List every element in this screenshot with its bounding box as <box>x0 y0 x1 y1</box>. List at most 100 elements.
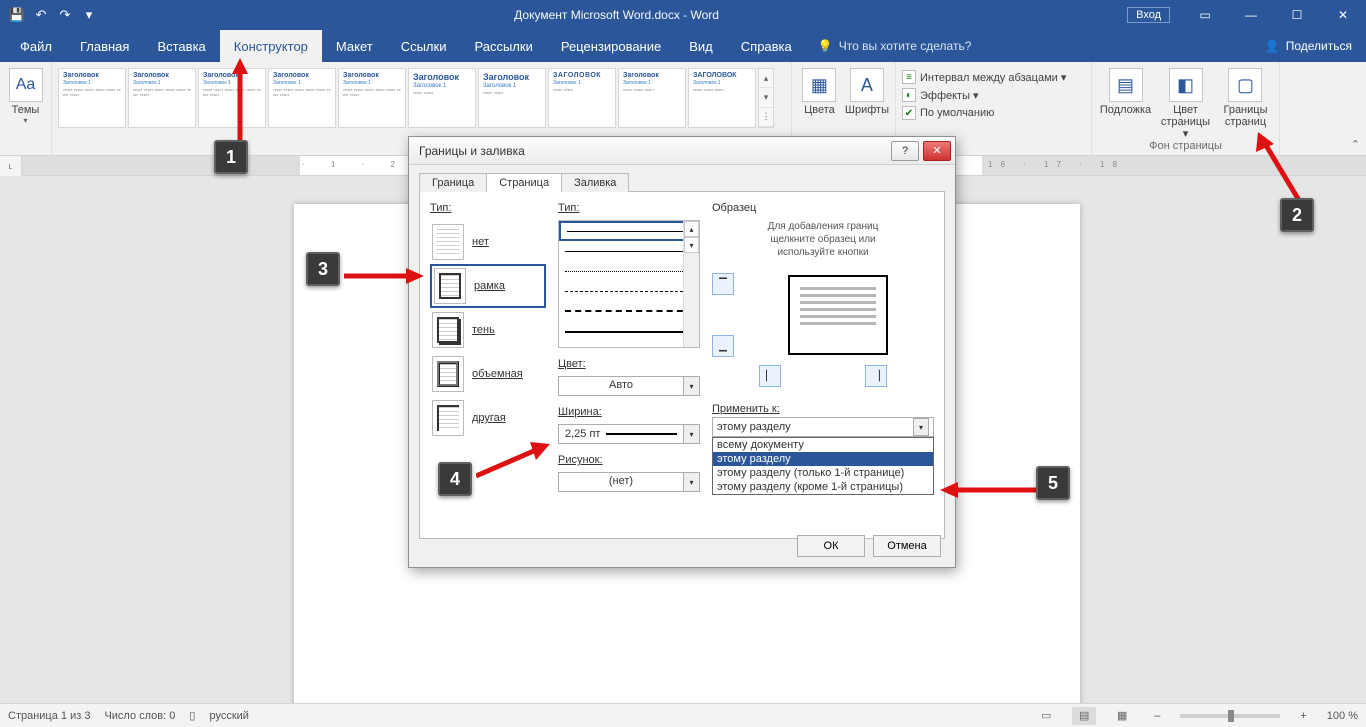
tab-home[interactable]: Главная <box>66 30 143 62</box>
document-title: Документ Microsoft Word.docx - Word <box>106 8 1127 22</box>
border-preview[interactable] <box>788 275 888 355</box>
colors-icon: ▦ <box>802 68 836 102</box>
tab-fill[interactable]: Заливка <box>561 173 629 192</box>
border-style-list[interactable]: ▴▾ <box>558 220 700 348</box>
tab-file[interactable]: Файл <box>6 30 66 62</box>
scroll-up-icon[interactable]: ▴ <box>684 221 699 237</box>
login-button[interactable]: Вход <box>1127 7 1170 23</box>
tab-layout[interactable]: Макет <box>322 30 387 62</box>
proofing-icon[interactable]: ▯ <box>189 709 195 722</box>
print-layout-icon[interactable]: ▤ <box>1072 707 1096 725</box>
close-icon[interactable]: ✕ <box>1320 0 1366 30</box>
type-shadow-label: тень <box>472 324 495 336</box>
style-thumb[interactable]: ЗаголовокЗаголовок 1текст текст <box>408 68 476 128</box>
tab-mailings[interactable]: Рассылки <box>460 30 546 62</box>
qat-customize-icon[interactable]: ▾ <box>80 6 98 24</box>
dialog-close-icon[interactable]: ✕ <box>923 141 951 161</box>
tab-view[interactable]: Вид <box>675 30 727 62</box>
style-thumb[interactable]: ЗАГОЛОВОКЗаголовок 1текст текст текст <box>688 68 756 128</box>
page-color-icon: ◧ <box>1169 68 1203 102</box>
help-icon[interactable]: ? <box>891 141 919 161</box>
border-bottom-button[interactable]: ▁ <box>712 335 734 357</box>
dialog-tabs: Граница Страница Заливка <box>419 173 945 192</box>
style-thumb[interactable]: ЗаголовокЗаголовок 1текст текст текст те… <box>338 68 406 128</box>
preview-label: Образец <box>712 202 934 214</box>
tab-review[interactable]: Рецензирование <box>547 30 675 62</box>
themes-button[interactable]: Aа Темы ▾ <box>6 64 45 125</box>
tab-border[interactable]: Граница <box>419 173 487 192</box>
collapse-ribbon-icon[interactable]: ⌃ <box>1351 138 1360 151</box>
tab-references[interactable]: Ссылки <box>387 30 461 62</box>
share-button[interactable]: 👤 Поделиться <box>1251 30 1366 62</box>
style-gallery[interactable]: ЗаголовокЗаголовок 1текст текст текст те… <box>58 68 774 128</box>
apply-to-combo[interactable]: этому разделу ▾ <box>712 417 934 437</box>
fonts-icon: А <box>850 68 884 102</box>
ok-button[interactable]: ОК <box>797 535 865 557</box>
type-none[interactable]: нет <box>430 220 546 264</box>
page-color-button[interactable]: ◧Цвет страницы ▾ <box>1157 64 1214 140</box>
ribbon-display-icon[interactable]: ▭ <box>1182 0 1228 30</box>
zoom-slider[interactable] <box>1180 714 1280 718</box>
word-count[interactable]: Число слов: 0 <box>104 710 175 722</box>
maximize-icon[interactable]: ☐ <box>1274 0 1320 30</box>
set-default-button[interactable]: ✔По умолчанию <box>902 106 994 120</box>
paragraph-spacing-button[interactable]: ≡Интервал между абзацами ▾ <box>902 70 1066 84</box>
type-custom[interactable]: другая <box>430 396 546 440</box>
page-status[interactable]: Страница 1 из 3 <box>8 710 90 722</box>
read-mode-icon[interactable]: ▭ <box>1034 707 1058 725</box>
effects-button[interactable]: ◐Эффекты ▾ <box>902 88 979 102</box>
art-combo[interactable]: (нет)▾ <box>558 472 700 492</box>
scroll-down-icon[interactable]: ▾ <box>684 237 699 253</box>
style-thumb[interactable]: ЗаголовокЗаголовок 1текст текст <box>478 68 546 128</box>
style-thumb[interactable]: ЗаголовокЗаголовок 1текст текст текст <box>618 68 686 128</box>
page-borders-button[interactable]: ▢Границы страниц <box>1218 64 1273 128</box>
width-combo[interactable]: 2,25 пт▾ <box>558 424 700 444</box>
type-3d[interactable]: объемная <box>430 352 546 396</box>
apply-option[interactable]: этому разделу <box>713 452 933 466</box>
dialog-title-bar[interactable]: Границы и заливка ? ✕ <box>409 137 955 165</box>
minimize-icon[interactable]: ― <box>1228 0 1274 30</box>
cancel-button[interactable]: Отмена <box>873 535 941 557</box>
dialog-title: Границы и заливка <box>419 144 525 158</box>
tab-page-border[interactable]: Страница <box>486 173 562 192</box>
colors-button[interactable]: ▦Цвета <box>798 64 841 116</box>
chevron-down-icon[interactable]: ▾ <box>684 424 700 444</box>
zoom-in-icon[interactable]: + <box>1294 710 1312 722</box>
apply-option[interactable]: этому разделу (только 1-й странице) <box>713 466 933 480</box>
save-icon[interactable]: 💾 <box>8 6 26 24</box>
border-right-button[interactable]: ▕ <box>865 365 887 387</box>
gallery-more[interactable]: ▴▾⋮ <box>758 68 774 128</box>
watermark-label: Подложка <box>1100 104 1151 116</box>
color-combo[interactable]: Авто▾ <box>558 376 700 396</box>
redo-icon[interactable]: ↷ <box>56 6 74 24</box>
zoom-out-icon[interactable]: – <box>1148 710 1166 722</box>
style-thumb[interactable]: ЗаголовокЗаголовок 1текст текст текст те… <box>128 68 196 128</box>
apply-option[interactable]: всему документу <box>713 438 933 452</box>
border-left-button[interactable]: ▏ <box>759 365 781 387</box>
watermark-icon: ▤ <box>1109 68 1143 102</box>
zoom-level[interactable]: 100 % <box>1327 710 1358 722</box>
chevron-down-icon[interactable]: ▾ <box>684 472 700 492</box>
language-status[interactable]: русский <box>209 710 248 722</box>
type-box[interactable]: рамка <box>430 264 546 308</box>
style-thumb[interactable]: ЗаголовокЗаголовок 1текст текст текст те… <box>268 68 336 128</box>
status-bar: Страница 1 из 3 Число слов: 0 ▯ русский … <box>0 703 1366 727</box>
chevron-down-icon[interactable]: ▾ <box>684 376 700 396</box>
annotation-badge-3: 3 <box>306 252 340 286</box>
watermark-button[interactable]: ▤ Подложка <box>1098 64 1153 116</box>
undo-icon[interactable]: ↶ <box>32 6 50 24</box>
chevron-down-icon[interactable]: ▾ <box>913 418 929 436</box>
apply-option[interactable]: этому разделу (кроме 1-й страницы) <box>713 480 933 494</box>
effects-label: Эффекты ▾ <box>920 89 979 102</box>
type-shadow[interactable]: тень <box>430 308 546 352</box>
fonts-button[interactable]: АШрифты <box>845 64 889 116</box>
tab-insert[interactable]: Вставка <box>143 30 219 62</box>
web-layout-icon[interactable]: ▦ <box>1110 707 1134 725</box>
style-thumb[interactable]: ЗаголовокЗаголовок 1текст текст текст те… <box>58 68 126 128</box>
border-top-button[interactable]: ▔ <box>712 273 734 295</box>
tab-help[interactable]: Справка <box>727 30 806 62</box>
tell-me-search[interactable]: 💡 Что вы хотите сделать? <box>806 30 984 62</box>
tab-selector[interactable]: ʟ <box>0 156 22 176</box>
apply-to-dropdown: всему документу этому разделу этому разд… <box>712 437 934 495</box>
style-thumb[interactable]: ЗАГОЛОВОКЗаголовок 1текст текст <box>548 68 616 128</box>
